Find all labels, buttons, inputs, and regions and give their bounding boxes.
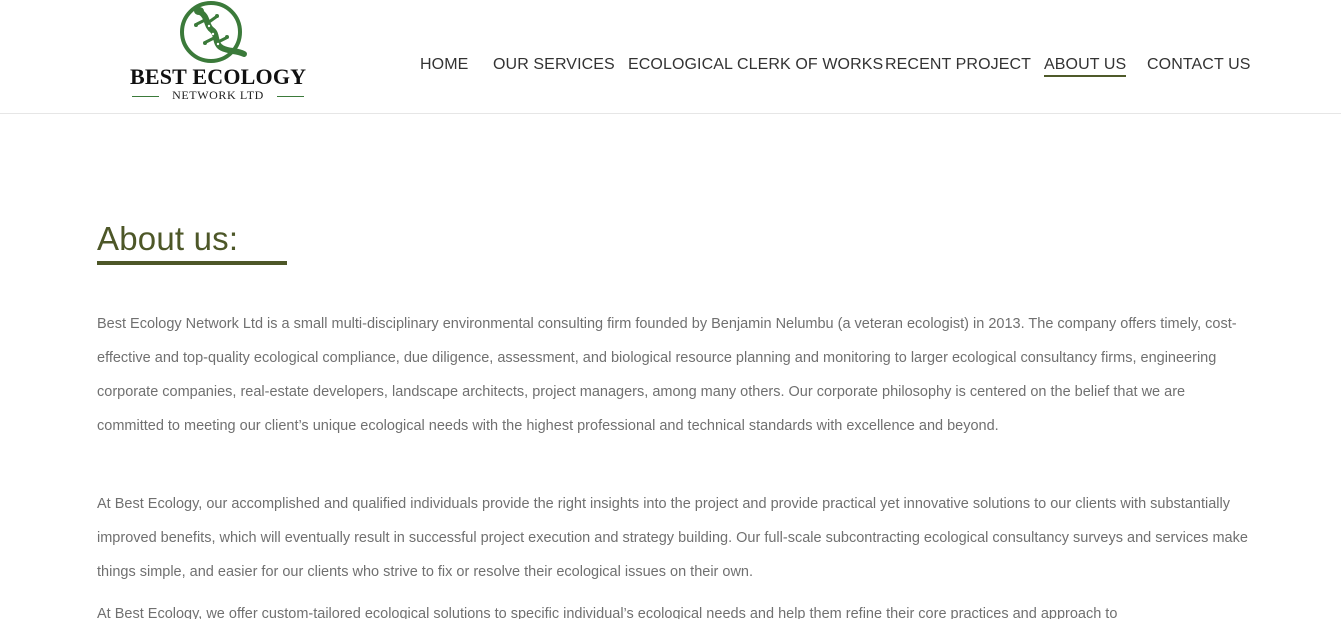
about-paragraph-1: Best Ecology Network Ltd is a small mult… xyxy=(97,316,1237,434)
main-nav: HOME OUR SERVICES ECOLOGICAL CLERK OF WO… xyxy=(0,56,1341,82)
site-header: BEST ECOLOGY NETWORK LTD HOME OUR SERVIC… xyxy=(0,0,1341,114)
heading-underline xyxy=(97,261,287,265)
nav-item-recent-project[interactable]: RECENT PROJECT xyxy=(885,56,1031,74)
nav-item-our-services[interactable]: OUR SERVICES xyxy=(493,56,615,74)
about-paragraph-3: At Best Ecology, we offer custom-tailore… xyxy=(97,606,1118,619)
nav-item-home[interactable]: HOME xyxy=(420,56,468,74)
site-logo[interactable]: BEST ECOLOGY NETWORK LTD xyxy=(130,0,306,105)
page-title: About us: xyxy=(97,220,239,257)
logo-subtitle-row: NETWORK LTD xyxy=(130,88,306,102)
about-paragraph-2: At Best Ecology, our accomplished and qu… xyxy=(97,496,1248,580)
nav-item-contact-us[interactable]: CONTACT US xyxy=(1147,56,1251,74)
logo-divider-right xyxy=(277,96,304,97)
nav-item-about-us[interactable]: ABOUT US xyxy=(1044,56,1127,77)
nav-item-ecological-clerk-of-works[interactable]: ECOLOGICAL CLERK OF WORKS xyxy=(628,56,883,74)
